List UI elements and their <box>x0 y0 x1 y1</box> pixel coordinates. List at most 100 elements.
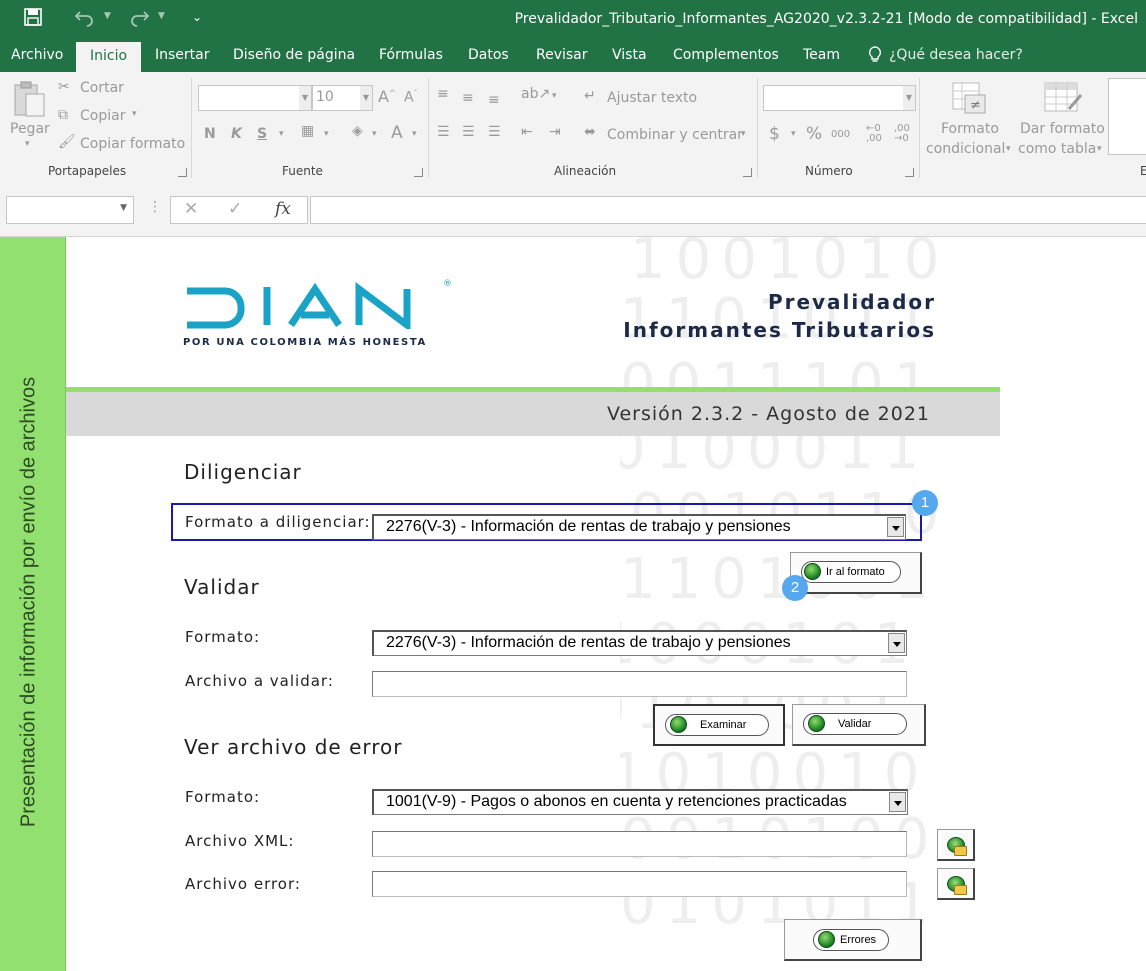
copy-dropdown-icon[interactable]: ▾ <box>132 109 137 119</box>
conditional-dropdown-icon[interactable]: ▾ <box>1006 144 1011 154</box>
currency-dropdown-icon[interactable]: ▾ <box>791 129 796 139</box>
cancel-icon[interactable]: ✕ <box>184 199 198 219</box>
copy-button[interactable]: Copiar <box>80 108 125 124</box>
name-box[interactable]: ▼ <box>6 196 134 224</box>
wrap-text-button[interactable]: Ajustar texto <box>607 90 697 106</box>
tell-me-search[interactable]: ¿Qué desea hacer? <box>889 47 1023 63</box>
number-format-combo[interactable]: ▼ <box>763 85 916 111</box>
error-formato-select[interactable]: 1001(V-9) - Pagos o abonos en cuenta y r… <box>372 789 908 815</box>
align-center-icon[interactable]: ☰ <box>462 124 475 140</box>
undo-dropdown-icon[interactable]: ▼ <box>104 11 111 21</box>
dialog-launcher-icon[interactable] <box>178 168 187 177</box>
customize-qat-icon[interactable]: ⌄ <box>192 10 202 24</box>
chevron-down-icon[interactable]: ▼ <box>120 203 127 213</box>
merge-center-icon[interactable]: ⬌ <box>584 124 596 140</box>
borders-icon[interactable]: ▦ <box>301 123 314 139</box>
chevron-down-icon[interactable] <box>889 792 906 812</box>
tab-formulas[interactable]: Fórmulas <box>379 47 443 63</box>
archivo-validar-input[interactable] <box>372 671 907 697</box>
decrease-indent-icon[interactable]: ⇤ <box>521 124 533 140</box>
align-top-icon[interactable]: ≡ <box>437 86 449 102</box>
redo-dropdown-icon[interactable]: ▼ <box>158 11 165 21</box>
redo-icon[interactable] <box>128 7 150 32</box>
increase-font-icon[interactable]: A^ <box>378 87 396 106</box>
chevron-down-icon[interactable]: ▼ <box>903 86 915 110</box>
paste-dropdown-icon[interactable]: ▾ <box>25 139 30 149</box>
decrease-font-icon[interactable]: Aˇ <box>404 89 418 106</box>
font-size-combo[interactable]: 10 ▼ <box>312 85 373 111</box>
cut-button[interactable]: Cortar <box>80 80 124 96</box>
chevron-down-icon[interactable] <box>888 633 905 653</box>
currency-button[interactable]: $ <box>769 124 780 144</box>
format-as-table-button-line2[interactable]: como tabla <box>1018 141 1096 157</box>
bold-button[interactable]: N <box>204 126 216 142</box>
fill-dropdown-icon[interactable]: ▾ <box>372 129 377 139</box>
formula-input[interactable] <box>310 196 1146 224</box>
font-color-icon[interactable]: A <box>391 123 403 143</box>
tab-team[interactable]: Team <box>803 47 840 63</box>
insert-function-button[interactable]: fx <box>275 199 291 219</box>
merge-center-button[interactable]: Combinar y centrar <box>607 127 743 143</box>
validar-button[interactable]: Validar <box>803 713 907 735</box>
examinar-button[interactable]: Examinar <box>665 714 769 736</box>
orientation-dropdown-icon[interactable]: ▾ <box>552 91 557 101</box>
chevron-down-icon[interactable]: ▼ <box>299 86 311 110</box>
fill-color-icon[interactable]: ◈ <box>352 123 363 139</box>
dialog-launcher-icon[interactable] <box>905 168 914 177</box>
tab-complementos[interactable]: Complementos <box>673 47 779 63</box>
increase-decimal-icon[interactable]: ←0,00 <box>866 124 882 144</box>
dialog-launcher-icon[interactable] <box>743 168 752 177</box>
conditional-format-button-line2[interactable]: condicional <box>926 141 1005 157</box>
align-bottom-icon[interactable]: ≡ <box>488 92 500 108</box>
underline-button[interactable]: S <box>257 126 267 142</box>
save-icon[interactable] <box>24 8 42 31</box>
decrease-decimal-icon[interactable]: ,00 →0 <box>894 124 910 144</box>
percent-button[interactable]: % <box>806 124 822 144</box>
formato-diligenciar-select[interactable]: 2276(V-3) - Información de rentas de tra… <box>372 514 906 540</box>
tab-datos[interactable]: Datos <box>468 47 509 63</box>
chevron-down-icon[interactable] <box>887 517 904 537</box>
tab-revisar[interactable]: Revisar <box>536 47 588 63</box>
merge-dropdown-icon[interactable]: ▾ <box>741 129 746 139</box>
undo-icon[interactable] <box>74 7 96 32</box>
italic-button[interactable]: K <box>231 126 242 142</box>
format-as-table-button[interactable]: Dar formato <box>1020 121 1105 137</box>
errores-button[interactable]: Errores <box>813 929 889 951</box>
tab-insertar[interactable]: Insertar <box>155 47 210 63</box>
chevron-down-icon[interactable]: ▼ <box>360 86 372 110</box>
format-table-dropdown-icon[interactable]: ▾ <box>1097 144 1102 154</box>
align-right-icon[interactable]: ☰ <box>488 124 501 140</box>
archivo-error-input[interactable] <box>372 871 907 897</box>
archivo-error-browse-button[interactable] <box>937 868 975 900</box>
ir-formato-button[interactable]: Ir al formato <box>801 561 901 583</box>
format-as-table-icon[interactable] <box>1043 81 1083 119</box>
archivo-xml-input[interactable] <box>372 831 907 857</box>
conditional-format-button[interactable]: Formato <box>941 121 999 137</box>
archivo-xml-browse-button[interactable] <box>937 829 975 861</box>
thousands-button[interactable]: 000 <box>831 129 850 140</box>
align-left-icon[interactable]: ☰ <box>437 124 450 140</box>
borders-dropdown-icon[interactable]: ▾ <box>324 129 329 139</box>
align-middle-icon[interactable]: ≡ <box>462 90 474 106</box>
copy-icon[interactable]: ⧉ <box>58 107 68 123</box>
tab-archivo[interactable]: Archivo <box>11 47 63 63</box>
tab-vista[interactable]: Vista <box>612 47 647 63</box>
paste-button[interactable]: Pegar <box>10 121 50 137</box>
cell-styles-gallery[interactable] <box>1108 78 1146 155</box>
scissors-icon[interactable]: ✂ <box>58 79 70 95</box>
validar-formato-select[interactable]: 2276(V-3) - Información de rentas de tra… <box>372 630 907 656</box>
enter-icon[interactable]: ✓ <box>228 199 242 219</box>
tab-inicio[interactable]: Inicio <box>76 42 142 72</box>
increase-indent-icon[interactable]: ⇥ <box>549 124 561 140</box>
format-painter-button[interactable]: Copiar formato <box>80 136 185 152</box>
dialog-launcher-icon[interactable] <box>414 168 423 177</box>
wrap-text-icon[interactable]: ↵ <box>584 88 596 104</box>
format-painter-icon[interactable]: 🖌 <box>58 134 76 150</box>
font-color-dropdown-icon[interactable]: ▾ <box>412 129 417 139</box>
tab-diseno-pagina[interactable]: Diseño de página <box>233 47 355 63</box>
font-name-combo[interactable]: ▼ <box>198 85 312 111</box>
orientation-icon[interactable]: ab↗ <box>521 86 550 102</box>
paste-icon[interactable] <box>12 80 48 124</box>
underline-dropdown-icon[interactable]: ▾ <box>279 129 284 139</box>
conditional-format-icon[interactable]: ≠ <box>951 81 987 119</box>
